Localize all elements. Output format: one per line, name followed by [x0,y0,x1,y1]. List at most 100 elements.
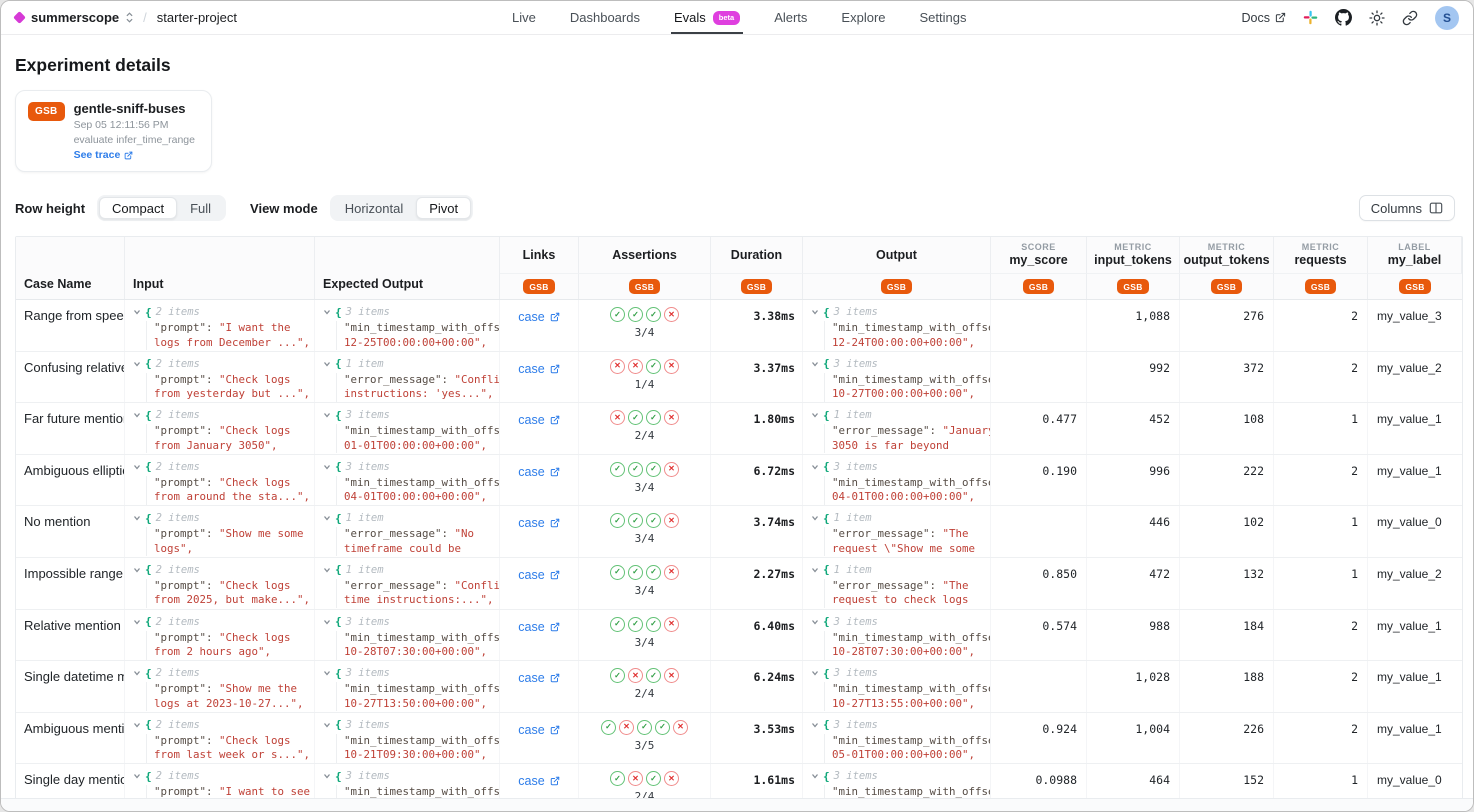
view-mode-horizontal-option[interactable]: Horizontal [332,197,417,219]
chevron-down-icon[interactable] [133,772,141,780]
chevron-down-icon[interactable] [811,618,819,626]
gsb-badge[interactable]: GSB [629,279,660,294]
case-trace-link[interactable]: case [518,413,559,427]
chevron-down-icon[interactable] [811,308,819,316]
case-trace-link[interactable]: case [518,465,559,479]
assertions-cell[interactable]: ✓✕✓✓✕ 3/5 [579,713,711,764]
assertions-cell[interactable]: ✓✕✓✕ 2/4 [579,661,711,712]
case-trace-link[interactable]: case [518,362,559,376]
expected-output-cell[interactable]: { 1 item "error_message": "Conflict: tim… [315,558,500,609]
gsb-badge[interactable]: GSB [1399,279,1430,294]
tab-evals[interactable]: Evals beta [674,1,740,34]
output-cell[interactable]: { 3 items "min_timestamp_with_offset" 05… [803,713,991,764]
chevron-down-icon[interactable] [133,308,141,316]
col-header-my-label[interactable]: LABELmy_label [1368,237,1462,274]
col-header-my-score[interactable]: SCOREmy_score [991,237,1087,274]
col-header-case-name[interactable]: Case Name [16,237,125,299]
case-trace-link[interactable]: case [518,568,559,582]
table-row[interactable]: No mention { 2 items "prompt": "Show me … [16,506,1462,558]
expected-output-cell[interactable]: { 3 items "min_timestamp_with_offset" 10… [315,610,500,661]
assertions-cell[interactable]: ✓✓✓✕ 3/4 [579,610,711,661]
chevron-down-icon[interactable] [133,566,141,574]
assertions-cell[interactable]: ✓✓✓✕ 3/4 [579,506,711,557]
output-cell[interactable]: { 3 items "min_timestamp_with_offset" 04… [803,455,991,506]
chevron-down-icon[interactable] [323,721,331,729]
assertions-cell[interactable]: ✓✓✓✕ 3/4 [579,455,711,506]
input-cell[interactable]: { 2 items "prompt": "Show me some logs", [125,506,315,557]
gsb-badge[interactable]: GSB [881,279,912,294]
theme-sun-icon[interactable] [1369,10,1385,26]
col-header-duration[interactable]: Duration [711,237,803,274]
tab-settings[interactable]: Settings [920,1,967,34]
output-cell[interactable]: { 3 items "min_timestamp_with_offset" 10… [803,352,991,403]
col-header-output[interactable]: Output [803,237,991,274]
github-icon[interactable] [1335,9,1352,26]
col-header-links[interactable]: Links [500,237,579,274]
col-header-assertions[interactable]: Assertions [579,237,711,274]
chevron-down-icon[interactable] [811,411,819,419]
tab-dashboards[interactable]: Dashboards [570,1,640,34]
workspace-selector-chevrons-icon[interactable] [126,12,133,23]
table-row[interactable]: Ambiguous elliptic... { 2 items "prompt"… [16,455,1462,507]
input-cell[interactable]: { 2 items "prompt": "Check logs from yes… [125,352,315,403]
expected-output-cell[interactable]: { 3 items "min_timestamp_with_offset" 10… [315,661,500,712]
output-cell[interactable]: { 3 items "min_timestamp_with_offset" 10… [803,610,991,661]
table-row[interactable]: Ambiguous mention { 2 items "prompt": "C… [16,713,1462,765]
chevron-down-icon[interactable] [811,514,819,522]
chevron-down-icon[interactable] [133,411,141,419]
tab-alerts[interactable]: Alerts [774,1,807,34]
col-header-requests[interactable]: METRICrequests [1274,237,1368,274]
case-trace-link[interactable]: case [518,516,559,530]
experiment-card[interactable]: GSB gentle-sniff-buses Sep 05 12:11:56 P… [15,90,212,172]
col-header-input-tokens[interactable]: METRICinput_tokens [1087,237,1180,274]
table-row[interactable]: Range from speech { 2 items "prompt": "I… [16,300,1462,352]
col-header-expected-output[interactable]: Expected Output [315,237,500,299]
output-cell[interactable]: { 1 item "error_message": "The request \… [803,506,991,557]
case-trace-link[interactable]: case [518,671,559,685]
user-avatar[interactable]: S [1435,6,1459,30]
chevron-down-icon[interactable] [133,463,141,471]
case-trace-link[interactable]: case [518,774,559,788]
share-link-icon[interactable] [1402,10,1418,26]
view-mode-pivot-option[interactable]: Pivot [416,197,471,219]
output-cell[interactable]: { 3 items "min_timestamp_with_offset" 10… [803,661,991,712]
output-cell[interactable]: { 1 item "error_message": "January 3050 … [803,403,991,454]
chevron-down-icon[interactable] [133,360,141,368]
slack-icon[interactable] [1303,10,1318,25]
chevron-down-icon[interactable] [811,772,819,780]
gsb-badge[interactable]: GSB [1211,279,1242,294]
input-cell[interactable]: { 2 items "prompt": "Check logs from 2 h… [125,610,315,661]
chevron-down-icon[interactable] [811,566,819,574]
gsb-badge[interactable]: GSB [1117,279,1148,294]
docs-link[interactable]: Docs [1242,11,1286,25]
gsb-badge[interactable]: GSB [523,279,554,294]
tab-live[interactable]: Live [512,1,536,34]
chevron-down-icon[interactable] [323,360,331,368]
expected-output-cell[interactable]: { 3 items "min_timestamp_with_offset" 12… [315,300,500,351]
chevron-down-icon[interactable] [811,721,819,729]
input-cell[interactable]: { 2 items "prompt": "Check logs from las… [125,713,315,764]
case-trace-link[interactable]: case [518,723,559,737]
chevron-down-icon[interactable] [323,463,331,471]
input-cell[interactable]: { 2 items "prompt": "Check logs from aro… [125,455,315,506]
input-cell[interactable]: { 2 items "prompt": "Check logs from Jan… [125,403,315,454]
chevron-down-icon[interactable] [323,772,331,780]
chevron-down-icon[interactable] [323,669,331,677]
case-trace-link[interactable]: case [518,620,559,634]
columns-button[interactable]: Columns [1359,195,1455,221]
expected-output-cell[interactable]: { 3 items "min_timestamp_with_offset" 04… [315,455,500,506]
input-cell[interactable]: { 2 items "prompt": "Check logs from 202… [125,558,315,609]
tab-explore[interactable]: Explore [841,1,885,34]
case-trace-link[interactable]: case [518,310,559,324]
assertions-cell[interactable]: ✕✕✓✕ 1/4 [579,352,711,403]
expected-output-cell[interactable]: { 1 item "error_message": "Conflict: ins… [315,352,500,403]
chevron-down-icon[interactable] [323,618,331,626]
assertions-cell[interactable]: ✕✓✓✕ 2/4 [579,403,711,454]
expected-output-cell[interactable]: { 3 items "min_timestamp_with_offset" 10… [315,713,500,764]
table-row[interactable]: Far future mention { 2 items "prompt": "… [16,403,1462,455]
chevron-down-icon[interactable] [133,721,141,729]
gsb-badge[interactable]: GSB [1305,279,1336,294]
chevron-down-icon[interactable] [133,514,141,522]
expected-output-cell[interactable]: { 1 item "error_message": "No timeframe … [315,506,500,557]
assertions-cell[interactable]: ✓✓✓✕ 3/4 [579,558,711,609]
